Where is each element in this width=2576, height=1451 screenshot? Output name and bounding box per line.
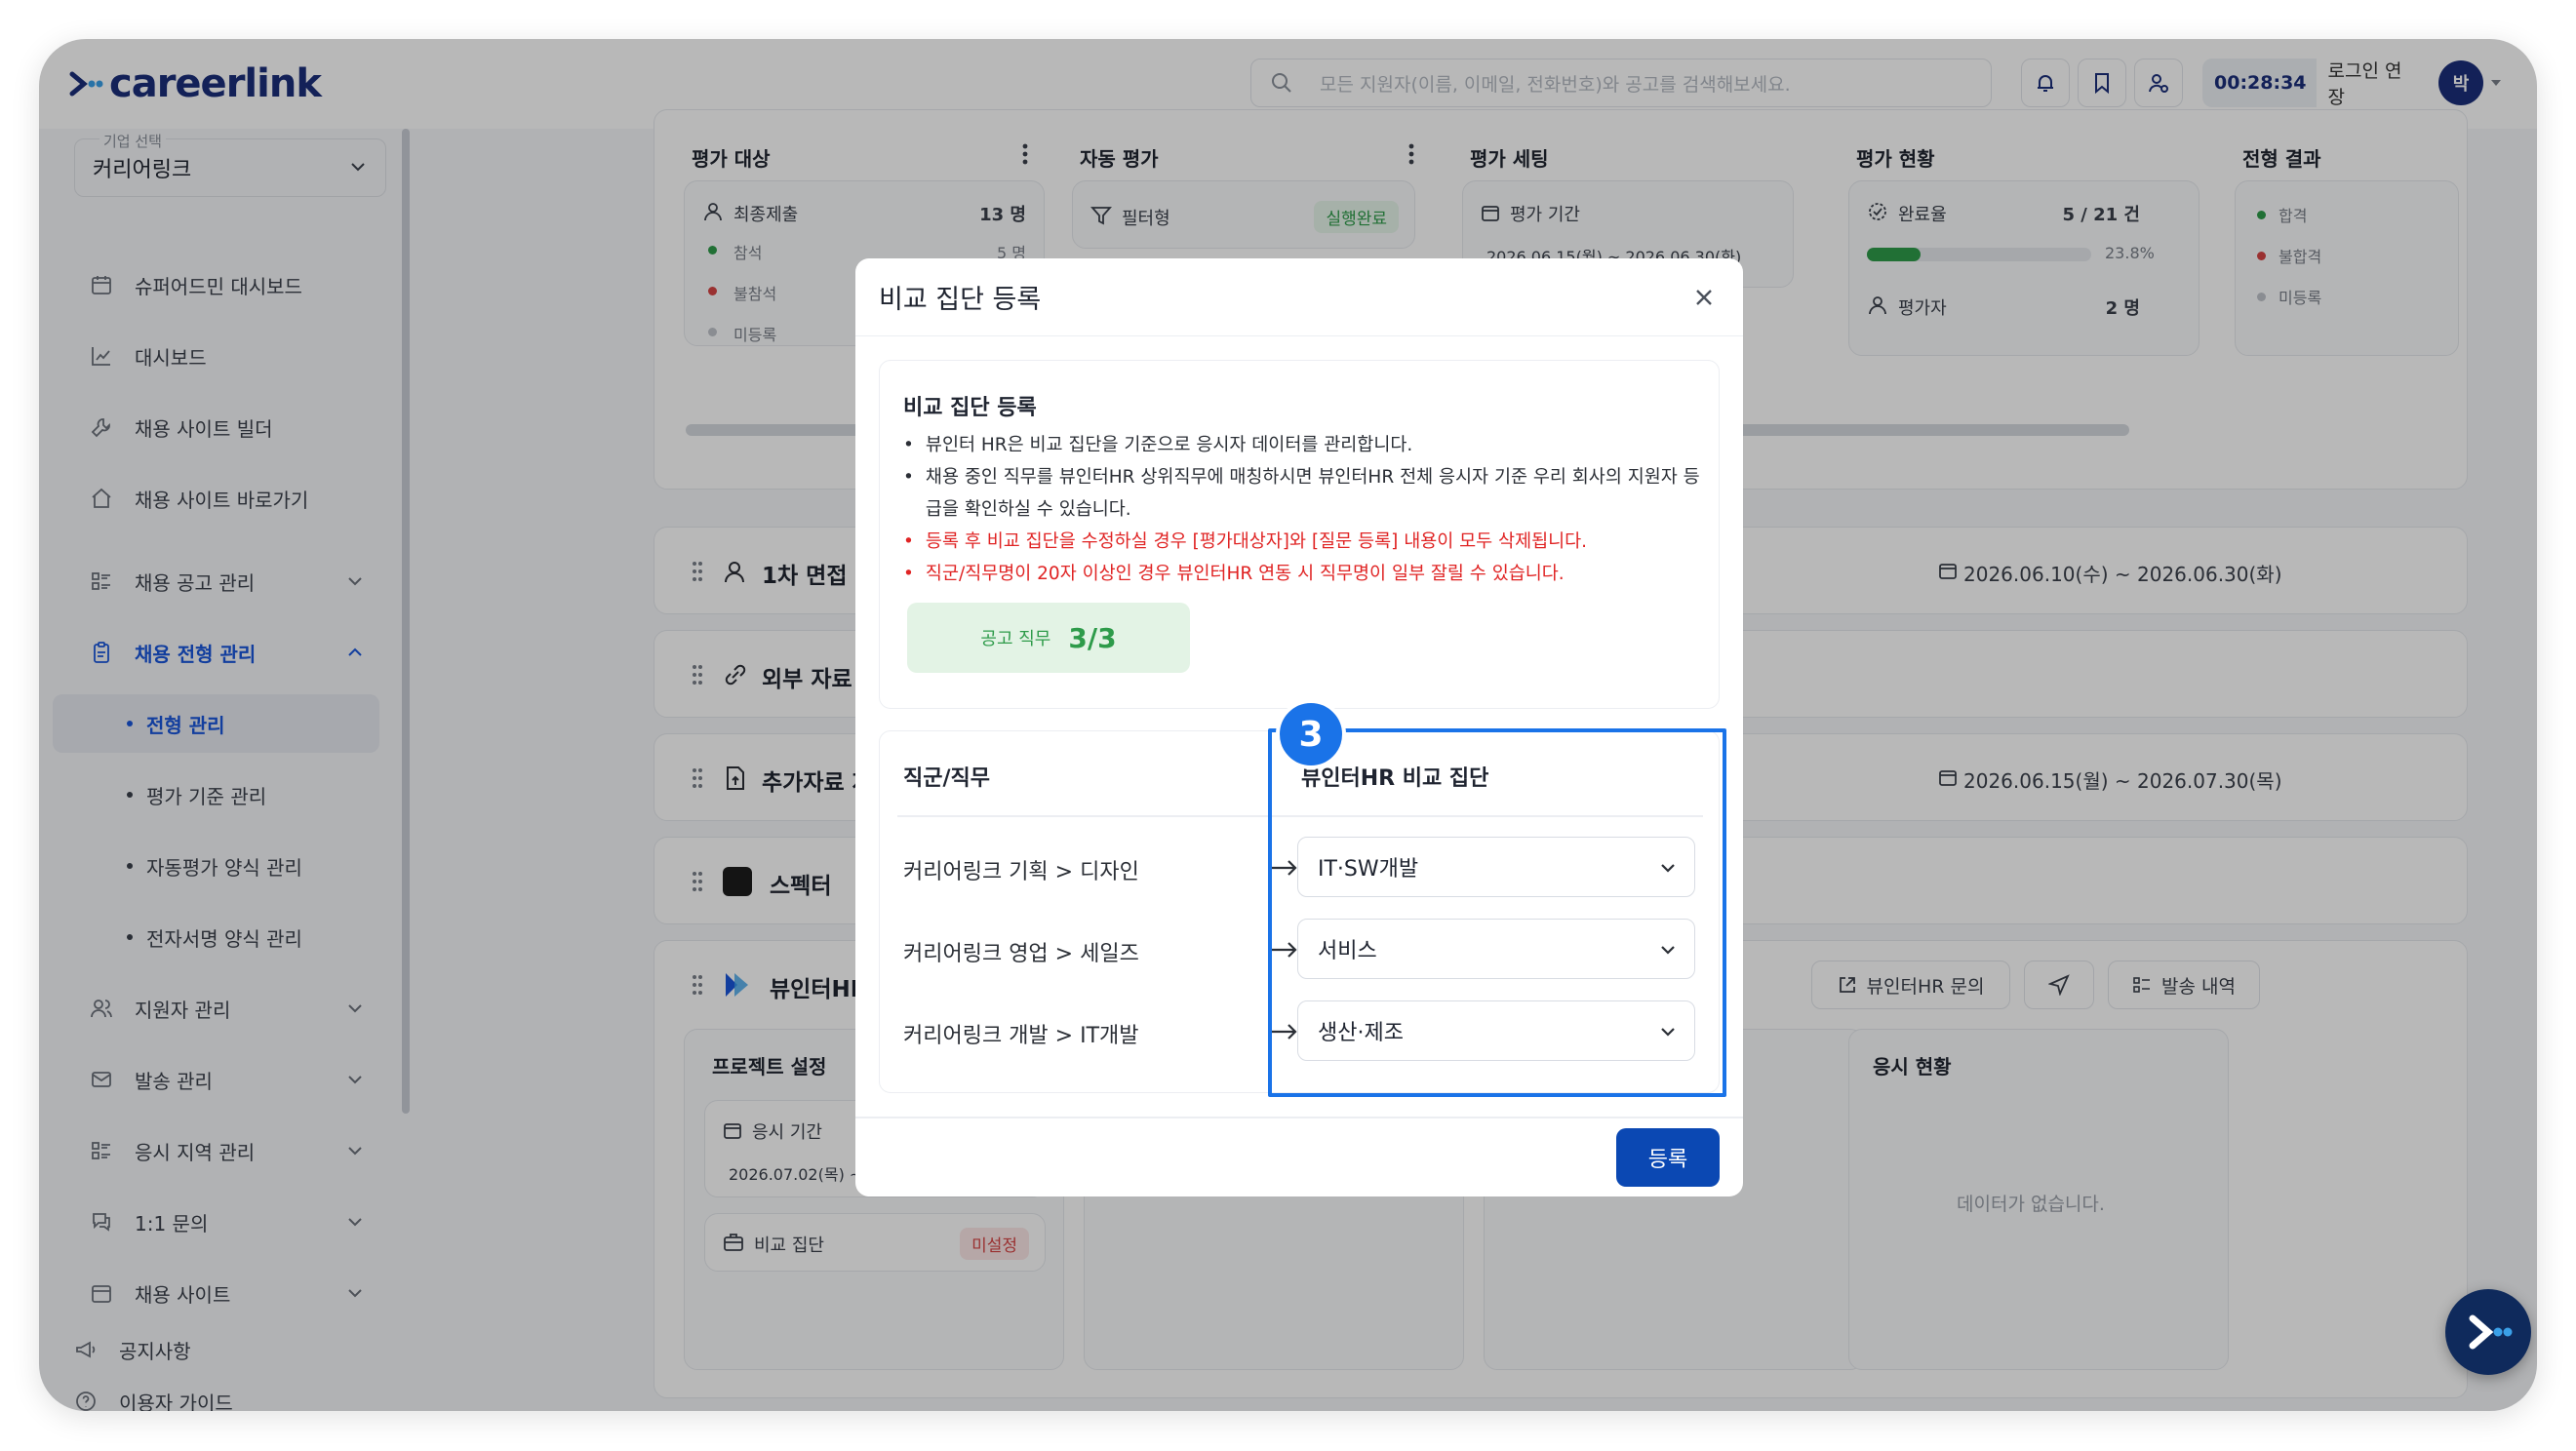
column-header-compare-group: 뷰인터HR 비교 집단 (1301, 766, 1489, 791)
app-window: careerlink 모든 지원자(이름, 이메일, 전화번호)와 공고를 검색… (39, 39, 2537, 1411)
warning-bullet: • 직군/직무명이 20자 이상인 경우 뷰인터HR 연동 시 직무명이 일부 잘… (903, 564, 1565, 584)
info-bullets: • 뷰인터 HR은 비교 집단을 기준으로 응시자 데이터를 관리합니다. • 채용… (903, 429, 1703, 590)
compare-group-select[interactable]: 서비스 (1297, 919, 1695, 979)
job-count-label: 공고 직무 (980, 629, 1051, 649)
careerlink-chevron-icon (2469, 1314, 2513, 1350)
job-mapping-table: 직군/직무 뷰인터HR 비교 집단 커리어링크 기획 > 디자인 IT·SW개발… (879, 730, 1720, 1093)
info-bullet: • 뷰인터 HR은 비교 집단을 기준으로 응시자 데이터를 관리합니다. (903, 435, 1413, 455)
modal-title: 비교 집단 등록 (879, 285, 1042, 315)
job-label: 커리어링크 기획 > 디자인 (903, 860, 1139, 884)
compare-group-select[interactable]: 생산·제조 (1297, 1000, 1695, 1061)
chevron-down-icon (1661, 946, 1675, 955)
arrow-right-icon (1272, 942, 1297, 958)
compare-group-select-value: 서비스 (1318, 939, 1377, 963)
job-count-value: 3/3 (1068, 621, 1117, 654)
job-label: 커리어링크 개발 > IT개발 (903, 1024, 1139, 1048)
compare-group-select[interactable]: IT·SW개발 (1297, 837, 1695, 897)
chatbot-fab[interactable] (2445, 1289, 2531, 1375)
compare-group-modal: 비교 집단 등록 비교 집단 등록 • 뷰인터 HR은 비교 집단을 기준으로 응… (855, 258, 1743, 1196)
arrow-right-icon (1272, 860, 1297, 876)
column-header-job: 직군/직무 (903, 766, 990, 791)
info-bullet: • 채용 중인 직무를 뷰인터HR 상위직무에 매칭하시면 뷰인터HR 전체 응시… (903, 467, 1700, 520)
arrow-right-icon (1272, 1024, 1297, 1039)
close-icon[interactable] (1688, 282, 1720, 313)
compare-group-select-value: IT·SW개발 (1318, 857, 1419, 882)
register-button[interactable]: 등록 (1616, 1128, 1720, 1187)
info-title: 비교 집단 등록 (903, 396, 1037, 420)
info-box: 비교 집단 등록 • 뷰인터 HR은 비교 집단을 기준으로 응시자 데이터를 관… (879, 360, 1720, 709)
chevron-down-icon (1661, 864, 1675, 873)
modal-header: 비교 집단 등록 (855, 258, 1743, 336)
step-number-badge: 3 (1276, 699, 1346, 769)
warning-bullet: • 등록 후 비교 집단을 수정하실 경우 [평가대상자]와 [질문 등록] 내용… (903, 531, 1588, 552)
modal-footer-divider (855, 1117, 1743, 1118)
job-count-badge: 공고 직무 3/3 (907, 603, 1190, 673)
compare-group-select-value: 생산·제조 (1318, 1021, 1404, 1045)
chevron-down-icon (1661, 1028, 1675, 1037)
table-divider (897, 815, 1703, 817)
job-label: 커리어링크 영업 > 세일즈 (903, 942, 1139, 966)
